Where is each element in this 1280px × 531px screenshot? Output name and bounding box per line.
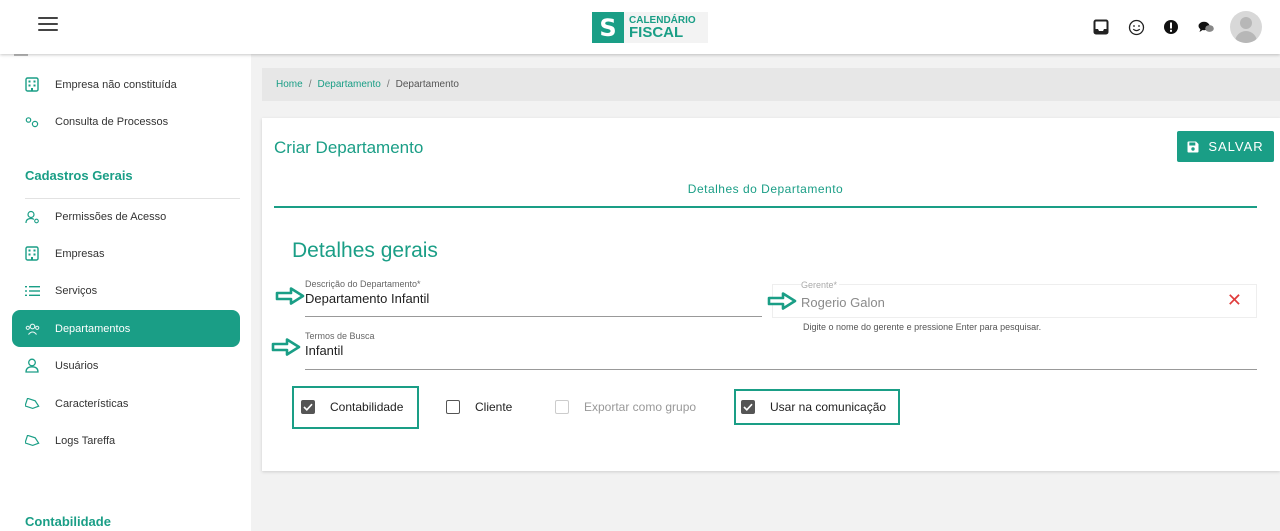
checkbox-contabilidade[interactable]: Contabilidade [301, 400, 403, 414]
smiley-icon[interactable] [1120, 11, 1152, 43]
user-avatar[interactable] [1230, 11, 1262, 43]
breadcrumb-current: Departamento [395, 79, 459, 90]
arrow-pointer-icon [767, 292, 797, 310]
tag-icon [24, 433, 40, 449]
page-title: Criar Departamento [274, 138, 424, 157]
checkbox-exportar-grupo: Exportar como grupo [555, 400, 696, 414]
sidebar-item-label: Permissões de Acesso [55, 210, 167, 223]
breadcrumb-separator: / [386, 79, 390, 90]
sidebar-item-label: Consulta de Processos [55, 115, 169, 128]
termos-busca-input[interactable] [305, 343, 1257, 358]
list-icon [24, 283, 40, 299]
sidebar-item-servicos[interactable]: Serviços [12, 272, 240, 309]
sidebar-item-usuarios[interactable]: Usuários [12, 347, 240, 384]
gerente-label: Gerente* [801, 280, 840, 290]
top-bar: S CALENDÁRIO FISCAL [0, 0, 1280, 54]
logo-line2: FISCAL [629, 24, 684, 41]
descricao-field: Descrição do Departamento* [305, 279, 762, 317]
save-button-label: SALVAR [1208, 139, 1264, 154]
sidebar-item-departamentos[interactable]: Departamentos [12, 310, 240, 347]
sidebar-item-empresa-nao-constituida[interactable]: Empresa não constituída [12, 66, 240, 103]
arrow-pointer-icon [271, 338, 301, 356]
sidebar-item-label: Logs Tareffa [55, 434, 116, 447]
users-icon [24, 321, 40, 337]
sidebar-item-label: Empresas [55, 247, 105, 260]
process-icon [24, 114, 40, 130]
sidebar-item-logs-tareffa[interactable]: Logs Tareffa [12, 422, 240, 459]
hamburger-menu-icon[interactable] [38, 17, 58, 37]
user-key-icon [24, 209, 40, 225]
logo-mark: S [592, 12, 624, 43]
tab-detalhes-departamento[interactable]: Detalhes do Departamento [274, 172, 1257, 208]
section-title-cadastros-gerais: Cadastros Gerais [25, 168, 133, 183]
breadcrumb: Home / Departamento / Departamento [262, 68, 1280, 101]
calendario-fiscal-logo[interactable]: S CALENDÁRIO FISCAL [592, 12, 708, 43]
section-heading: Detalhes gerais [292, 239, 438, 262]
chat-icon[interactable] [1190, 11, 1222, 43]
user-icon [24, 358, 40, 374]
create-department-card: Criar Departamento SALVAR Detalhes do De… [262, 118, 1280, 471]
section-title-contabilidade: Contabilidade [25, 514, 111, 529]
descricao-label: Descrição do Departamento* [305, 279, 421, 289]
sidebar-item-label: Empresa não constituída [55, 78, 177, 91]
building-icon [24, 77, 40, 93]
checkbox-checked-icon [741, 400, 755, 414]
alert-icon[interactable] [1155, 11, 1187, 43]
inbox-icon[interactable] [1085, 11, 1117, 43]
sidebar-item-label: Características [55, 397, 129, 410]
arrow-pointer-icon [275, 287, 305, 305]
sidebar-item-caracteristicas[interactable]: Características [12, 385, 240, 422]
checkbox-label: Exportar como grupo [584, 400, 697, 414]
termos-busca-field: Termos de Busca [305, 331, 1257, 370]
sidebar-item-label: Departamentos [55, 322, 131, 335]
sidebar-item-permissoes-acesso[interactable]: Permissões de Acesso [12, 198, 240, 235]
checkbox-label: Usar na comunicação [770, 400, 887, 414]
tag-icon [24, 396, 40, 412]
checkbox-unchecked-icon [555, 400, 569, 414]
termos-busca-label: Termos de Busca [305, 331, 375, 341]
checkbox-label: Contabilidade [330, 400, 404, 414]
sidebar-item-consulta-processos[interactable]: Consulta de Processos [12, 103, 240, 140]
clear-icon[interactable]: ✕ [1227, 291, 1242, 309]
building-icon [24, 246, 40, 262]
sidebar-item-empresas[interactable]: Empresas [12, 235, 240, 272]
breadcrumb-home-link[interactable]: Home [276, 79, 303, 90]
checkbox-usar-comunicacao[interactable]: Usar na comunicação [741, 400, 886, 414]
scroll-indicator [14, 54, 28, 56]
breadcrumb-departamento-link[interactable]: Departamento [317, 79, 380, 90]
descricao-input[interactable] [305, 291, 762, 306]
gerente-input[interactable] [801, 295, 1201, 310]
floppy-disk-icon [1187, 141, 1199, 153]
sidebar-item-label: Serviços [55, 284, 98, 297]
checkbox-checked-icon [301, 400, 315, 414]
checkbox-unchecked-icon [446, 400, 460, 414]
sidebar: Empresa não constituída Consulta de Proc… [0, 54, 251, 531]
breadcrumb-separator: / [308, 79, 312, 90]
checkbox-label: Cliente [475, 400, 513, 414]
gerente-field: Gerente* ✕ [772, 280, 1257, 318]
sidebar-item-label: Usuários [55, 359, 99, 372]
save-button[interactable]: SALVAR [1177, 131, 1274, 162]
checkbox-cliente[interactable]: Cliente [446, 400, 512, 414]
